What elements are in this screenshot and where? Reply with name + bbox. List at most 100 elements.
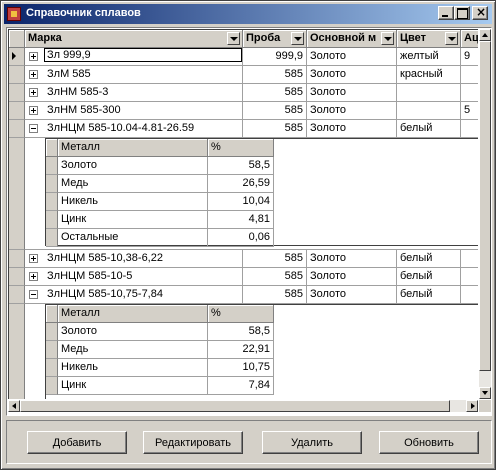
marka-cell[interactable]: ЗлНЦМ 585-10.04-4.81-26.59 bbox=[25, 120, 243, 138]
proba-cell[interactable]: 585 bbox=[243, 102, 307, 120]
table-row[interactable]: ЗлНЦМ 585-10,38-6,22 585 Золото белый bbox=[9, 250, 478, 268]
table-row[interactable]: ЗлНЦМ 585-10,75-7,84 585 Золото белый bbox=[9, 286, 478, 304]
extra-cell[interactable] bbox=[461, 84, 478, 102]
percent-cell[interactable]: 58,5 bbox=[208, 323, 274, 341]
marka-cell[interactable]: Зл 999,9 bbox=[25, 48, 243, 66]
osnovnoy-cell[interactable]: Золото bbox=[307, 250, 397, 268]
expand-plus-icon[interactable] bbox=[29, 52, 38, 61]
chevron-down-icon[interactable] bbox=[227, 32, 240, 45]
osnovnoy-cell[interactable]: Золото bbox=[307, 48, 397, 66]
metal-cell[interactable]: Золото bbox=[58, 323, 208, 341]
metal-cell[interactable]: Никель bbox=[58, 359, 208, 377]
proba-cell[interactable]: 585 bbox=[243, 286, 307, 304]
marka-cell[interactable]: ЗлНЦМ 585-10-5 bbox=[25, 268, 243, 286]
marka-cell[interactable]: ЗлНМ 585-3 bbox=[25, 84, 243, 102]
cvet-cell[interactable] bbox=[397, 102, 461, 120]
marka-cell[interactable]: ЗлНЦМ 585-10,38-6,22 bbox=[25, 250, 243, 268]
header-metal[interactable]: Металл bbox=[58, 305, 208, 323]
list-item[interactable]: Цинк 4,81 bbox=[46, 211, 276, 229]
osnovnoy-cell[interactable]: Золото bbox=[307, 268, 397, 286]
minimize-button[interactable] bbox=[438, 6, 454, 20]
percent-cell[interactable]: 58,5 bbox=[208, 157, 274, 175]
proba-cell[interactable]: 585 bbox=[243, 120, 307, 138]
title-bar[interactable]: Справочник сплавов × bbox=[4, 4, 492, 24]
percent-cell[interactable]: 10,04 bbox=[208, 193, 274, 211]
scroll-down-icon[interactable] bbox=[479, 387, 491, 399]
cvet-cell[interactable]: белый bbox=[397, 286, 461, 304]
expand-plus-icon[interactable] bbox=[29, 254, 38, 263]
expand-plus-icon[interactable] bbox=[29, 106, 38, 115]
cvet-cell[interactable]: желтый bbox=[397, 48, 461, 66]
percent-cell[interactable]: 22,91 bbox=[208, 341, 274, 359]
chevron-down-icon[interactable] bbox=[381, 32, 394, 45]
percent-cell[interactable]: 0,06 bbox=[208, 229, 274, 247]
cvet-cell[interactable]: белый bbox=[397, 268, 461, 286]
maximize-button[interactable] bbox=[454, 6, 470, 20]
chevron-down-icon[interactable] bbox=[291, 32, 304, 45]
header-cvet[interactable]: Цвет bbox=[397, 30, 461, 48]
list-item[interactable]: Цинк 7,84 bbox=[46, 377, 276, 395]
scroll-left-icon[interactable] bbox=[8, 400, 20, 412]
cvet-cell[interactable] bbox=[397, 84, 461, 102]
add-button[interactable]: Добавить bbox=[27, 431, 127, 454]
extra-cell[interactable]: 9 bbox=[461, 48, 478, 66]
expand-plus-icon[interactable] bbox=[29, 272, 38, 281]
percent-cell[interactable]: 7,84 bbox=[208, 377, 274, 395]
metal-cell[interactable]: Никель bbox=[58, 193, 208, 211]
header-osnovnoy[interactable]: Основной м bbox=[307, 30, 397, 48]
refresh-button[interactable]: Обновить bbox=[379, 431, 479, 454]
proba-cell[interactable]: 585 bbox=[243, 66, 307, 84]
list-item[interactable]: Золото 58,5 bbox=[46, 323, 276, 341]
osnovnoy-cell[interactable]: Золото bbox=[307, 66, 397, 84]
horizontal-scroll-thumb[interactable] bbox=[20, 400, 450, 412]
extra-cell[interactable] bbox=[461, 120, 478, 138]
list-item[interactable]: Никель 10,75 bbox=[46, 359, 276, 377]
horizontal-scrollbar[interactable] bbox=[8, 400, 478, 412]
scroll-right-icon[interactable] bbox=[466, 400, 478, 412]
table-row[interactable]: ЗлНМ 585-3 585 Золото bbox=[9, 84, 478, 102]
header-metal[interactable]: Металл bbox=[58, 139, 208, 157]
table-row[interactable]: Зл 999,9 999,9 Золото желтый 9 bbox=[9, 48, 478, 66]
percent-cell[interactable]: 26,59 bbox=[208, 175, 274, 193]
extra-cell[interactable] bbox=[461, 250, 478, 268]
header-percent[interactable]: % bbox=[208, 305, 274, 323]
header-marka[interactable]: Марка bbox=[25, 30, 243, 48]
extra-cell[interactable] bbox=[461, 66, 478, 84]
metal-cell[interactable]: Цинк bbox=[58, 377, 208, 395]
osnovnoy-cell[interactable]: Золото bbox=[307, 120, 397, 138]
extra-cell[interactable] bbox=[461, 286, 478, 304]
header-extra[interactable]: Ац bbox=[461, 30, 478, 48]
close-button[interactable]: × bbox=[472, 5, 488, 20]
cvet-cell[interactable]: белый bbox=[397, 120, 461, 138]
marka-cell[interactable]: ЗлНМ 585-300 bbox=[25, 102, 243, 120]
collapse-minus-icon[interactable] bbox=[29, 124, 38, 133]
osnovnoy-cell[interactable]: Золото bbox=[307, 84, 397, 102]
list-item[interactable]: Золото 58,5 bbox=[46, 157, 276, 175]
proba-cell[interactable]: 585 bbox=[243, 250, 307, 268]
vertical-scroll-thumb[interactable] bbox=[479, 41, 491, 371]
chevron-down-icon[interactable] bbox=[445, 32, 458, 45]
metal-cell[interactable]: Золото bbox=[58, 157, 208, 175]
osnovnoy-cell[interactable]: Золото bbox=[307, 102, 397, 120]
marka-cell[interactable]: ЗлНЦМ 585-10,75-7,84 bbox=[25, 286, 243, 304]
list-item[interactable]: Медь 26,59 bbox=[46, 175, 276, 193]
table-row[interactable]: ЗлНМ 585-300 585 Золото 5 bbox=[9, 102, 478, 120]
delete-button[interactable]: Удалить bbox=[262, 431, 362, 454]
table-row[interactable]: ЗлНЦМ 585-10.04-4.81-26.59 585 Золото бе… bbox=[9, 120, 478, 138]
percent-cell[interactable]: 4,81 bbox=[208, 211, 274, 229]
extra-cell[interactable]: 5 bbox=[461, 102, 478, 120]
cvet-cell[interactable]: белый bbox=[397, 250, 461, 268]
proba-cell[interactable]: 585 bbox=[243, 84, 307, 102]
metal-cell[interactable]: Остальные bbox=[58, 229, 208, 247]
collapse-minus-icon[interactable] bbox=[29, 290, 38, 299]
osnovnoy-cell[interactable]: Золото bbox=[307, 286, 397, 304]
header-percent[interactable]: % bbox=[208, 139, 274, 157]
scroll-up-icon[interactable] bbox=[479, 29, 491, 41]
list-item[interactable]: Остальные 0,06 bbox=[46, 229, 276, 247]
proba-cell[interactable]: 999,9 bbox=[243, 48, 307, 66]
percent-cell[interactable]: 10,75 bbox=[208, 359, 274, 377]
proba-cell[interactable]: 585 bbox=[243, 268, 307, 286]
header-proba[interactable]: Проба bbox=[243, 30, 307, 48]
expand-plus-icon[interactable] bbox=[29, 70, 38, 79]
vertical-scrollbar[interactable] bbox=[479, 29, 491, 399]
